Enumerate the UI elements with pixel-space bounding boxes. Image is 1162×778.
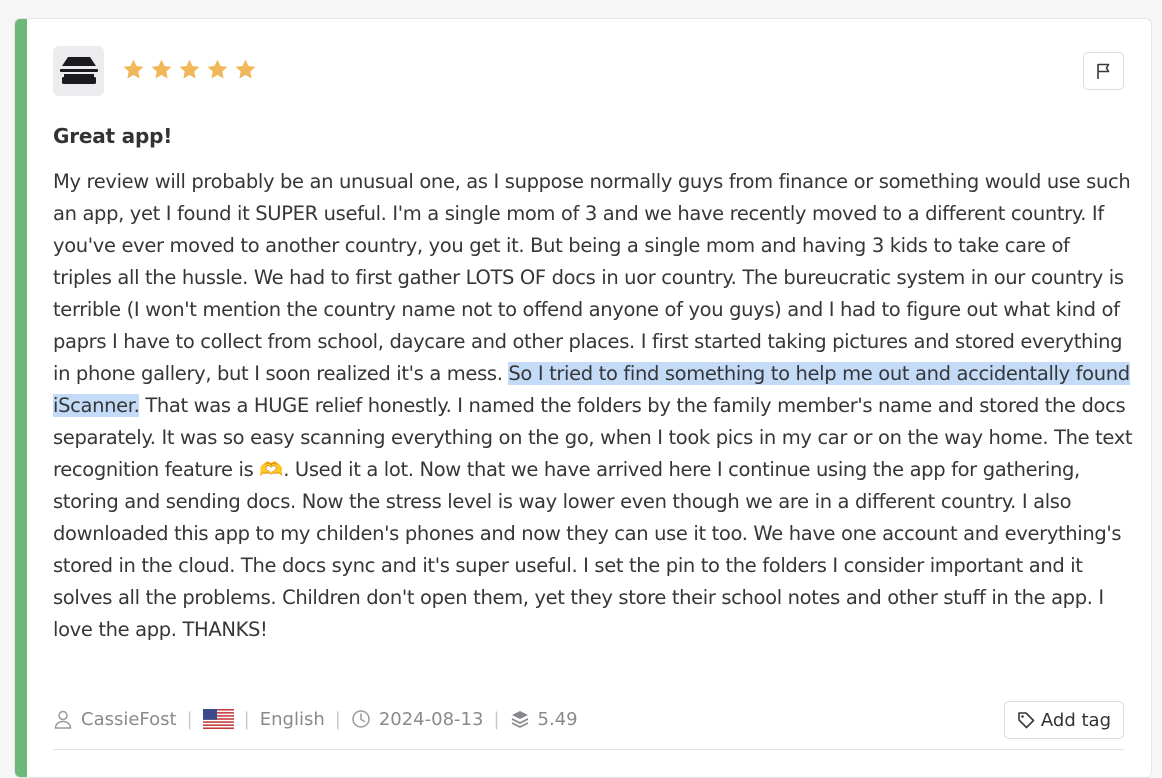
meta-separator: | bbox=[334, 708, 341, 730]
star-rating bbox=[121, 57, 258, 82]
meta-separator: | bbox=[243, 708, 250, 730]
add-tag-label: Add tag bbox=[1040, 709, 1111, 731]
app-version: 5.49 bbox=[537, 708, 578, 730]
review-meta: CassieFost | | English | 2024-08-13 | 5.… bbox=[53, 705, 578, 733]
star-icon bbox=[235, 59, 256, 79]
meta-separator: | bbox=[493, 708, 500, 730]
report-flag-button[interactable] bbox=[1083, 52, 1124, 90]
star-icon bbox=[123, 59, 144, 79]
star-icon bbox=[207, 59, 228, 79]
review-card: Great app! My review will probably be an… bbox=[14, 18, 1152, 778]
review-language: English bbox=[259, 708, 325, 730]
review-title: Great app! bbox=[53, 124, 173, 148]
divider bbox=[53, 749, 1124, 750]
star-icon bbox=[179, 59, 200, 79]
layers-icon bbox=[510, 709, 530, 729]
tag-icon bbox=[1018, 712, 1035, 729]
clock-icon bbox=[351, 709, 371, 729]
star-icon bbox=[151, 59, 172, 79]
meta-separator: | bbox=[186, 708, 193, 730]
user-icon bbox=[53, 709, 73, 729]
review-body-text: My review will probably be an unusual on… bbox=[53, 170, 1131, 385]
review-date: 2024-08-13 bbox=[378, 708, 484, 730]
us-flag-icon bbox=[202, 709, 234, 729]
author-name[interactable]: CassieFost bbox=[81, 709, 177, 730]
flag-icon bbox=[1096, 63, 1109, 79]
add-tag-button[interactable]: Add tag bbox=[1003, 701, 1124, 739]
status-accent-bar bbox=[15, 19, 27, 777]
review-body-text-continued: That was a HUGE relief honestly. I named… bbox=[53, 394, 1133, 641]
scanner-app-icon bbox=[53, 46, 104, 96]
review-body: My review will probably be an unusual on… bbox=[53, 166, 1133, 646]
